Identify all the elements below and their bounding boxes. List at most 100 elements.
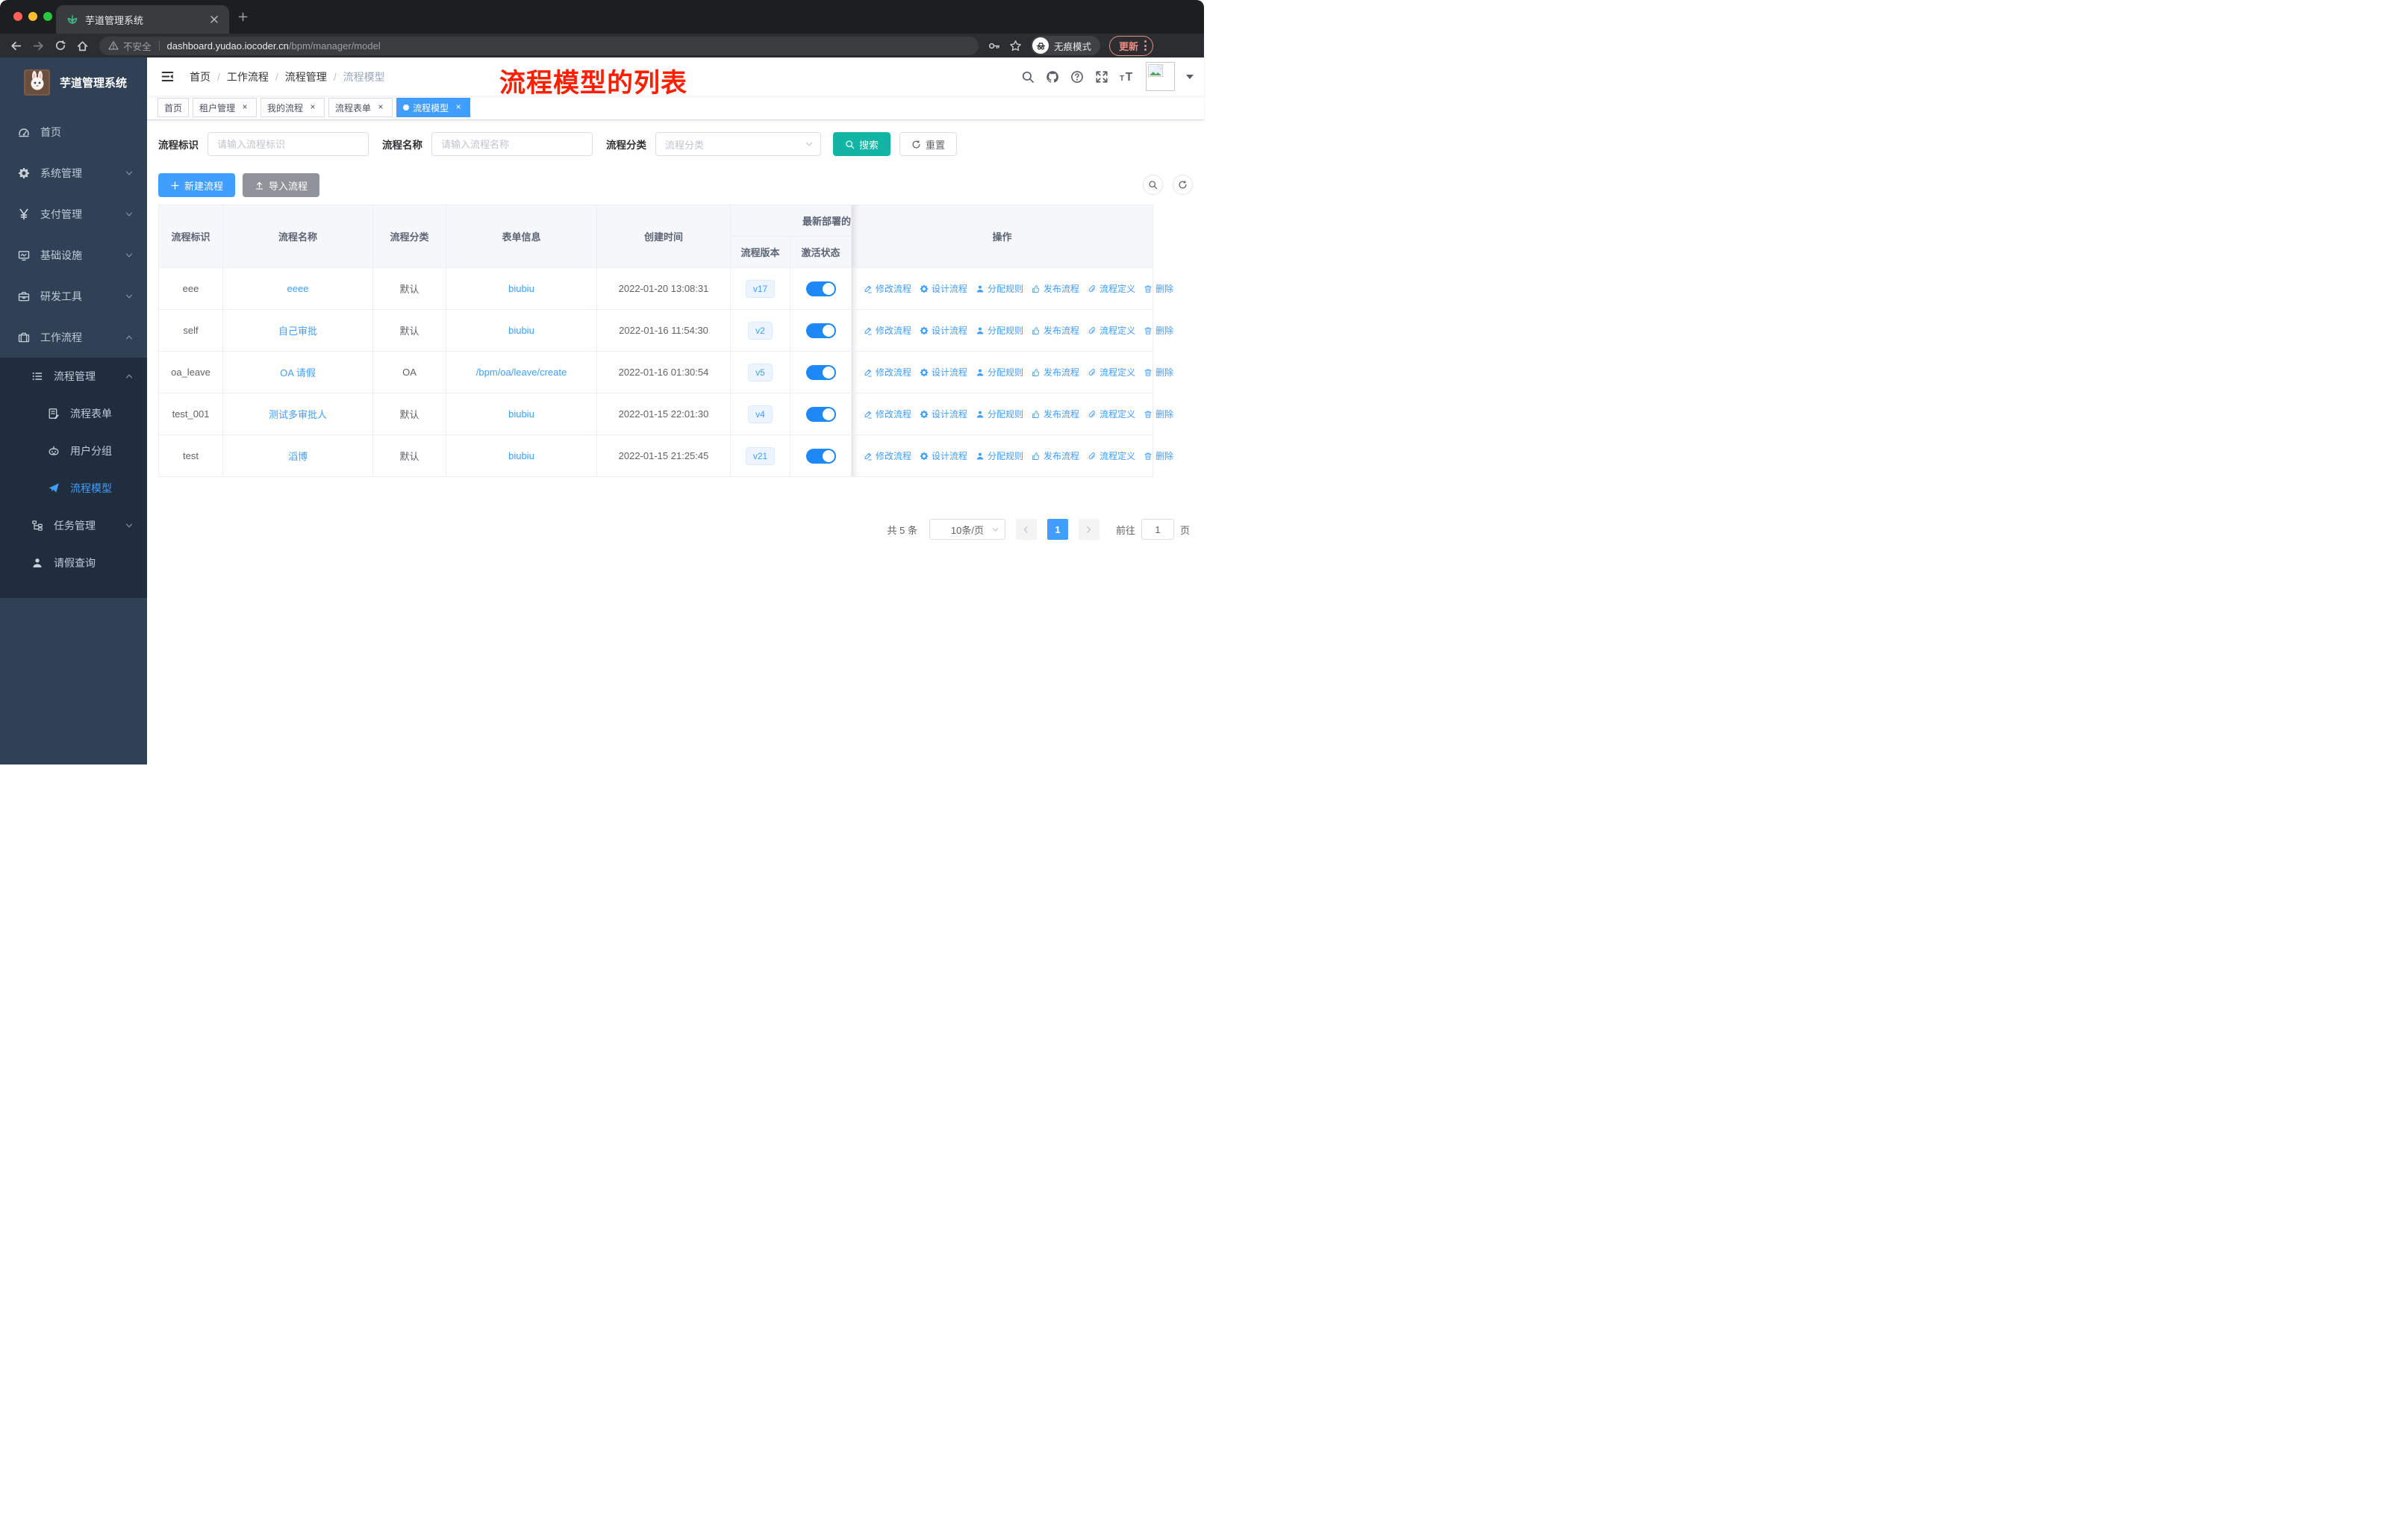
prev-page-button[interactable] (1015, 519, 1037, 540)
active-status-toggle[interactable] (805, 448, 836, 464)
action-deploy-link[interactable]: 发布流程 (1032, 282, 1079, 295)
action-edit-link[interactable]: 修改流程 (864, 324, 911, 337)
action-assign-link[interactable]: 分配规则 (976, 366, 1023, 379)
tag-item[interactable]: 流程模型 × (396, 98, 471, 117)
sidebar-item-system[interactable]: 系统管理 (0, 152, 147, 193)
sidebar-item-home[interactable]: 首页 (0, 111, 147, 152)
tag-item[interactable]: 流程表单 × (328, 98, 393, 117)
breadcrumb-item[interactable]: 流程管理 (285, 69, 327, 84)
action-assign-link[interactable]: 分配规则 (976, 282, 1023, 295)
active-status-toggle[interactable] (805, 406, 836, 422)
sidebar-item-user-group[interactable]: 用户分组 (0, 432, 147, 470)
fullscreen-icon[interactable] (1095, 70, 1108, 84)
action-assign-link[interactable]: 分配规则 (976, 324, 1023, 337)
tag-item[interactable]: 首页 (157, 98, 190, 117)
model-name-link[interactable]: 测试多审批人 (269, 409, 327, 420)
action-edit-link[interactable]: 修改流程 (864, 282, 911, 295)
browser-menu-icon[interactable] (1144, 40, 1147, 51)
form-info-link[interactable]: /bpm/oa/leave/create (476, 367, 567, 378)
form-info-link[interactable]: biubiu (508, 450, 534, 461)
forward-icon[interactable] (32, 40, 45, 52)
tag-close-icon[interactable]: × (453, 102, 464, 113)
action-deploy-link[interactable]: 发布流程 (1032, 366, 1079, 379)
action-design-link[interactable]: 设计流程 (920, 449, 967, 462)
form-info-link[interactable]: biubiu (508, 283, 534, 294)
action-delete-link[interactable]: 删除 (1144, 408, 1173, 420)
tag-close-icon[interactable]: × (308, 102, 318, 113)
search-button[interactable]: 搜索 (833, 132, 891, 156)
tab-close-icon[interactable] (208, 13, 220, 25)
breadcrumb-item[interactable]: 首页 (190, 69, 210, 84)
address-bar[interactable]: 不安全 dashboard.yudao.iocoder.cn/bpm/manag… (99, 36, 979, 55)
model-name-link[interactable]: eeee (287, 283, 309, 294)
sidebar-item-flow-model[interactable]: 流程模型 (0, 470, 147, 507)
header-search-icon[interactable] (1021, 70, 1035, 84)
next-page-button[interactable] (1078, 519, 1099, 540)
window-close-button[interactable] (13, 12, 22, 21)
reload-icon[interactable] (54, 40, 66, 52)
action-assign-link[interactable]: 分配规则 (976, 408, 1023, 420)
action-assign-link[interactable]: 分配规则 (976, 449, 1023, 462)
action-definition-link[interactable]: 流程定义 (1088, 366, 1135, 379)
sidebar-item-workflow[interactable]: 工作流程 (0, 317, 147, 358)
github-icon[interactable] (1046, 70, 1059, 84)
sidebar-item-devtools[interactable]: 研发工具 (0, 275, 147, 317)
active-status-toggle[interactable] (805, 364, 836, 380)
form-info-link[interactable]: biubiu (508, 325, 534, 336)
sidebar-item-flow-form[interactable]: 流程表单 (0, 395, 147, 432)
window-minimize-button[interactable] (28, 12, 37, 21)
app-logo[interactable]: 芋道管理系统 (0, 57, 147, 99)
action-delete-link[interactable]: 删除 (1144, 449, 1173, 462)
action-design-link[interactable]: 设计流程 (920, 366, 967, 379)
user-menu-caret-icon[interactable] (1186, 74, 1194, 79)
model-name-link[interactable]: 滔博 (288, 451, 308, 462)
create-flow-button[interactable]: 新建流程 (158, 173, 236, 197)
action-edit-link[interactable]: 修改流程 (864, 449, 911, 462)
tag-close-icon[interactable]: × (375, 102, 386, 113)
model-name-link[interactable]: OA 请假 (280, 367, 316, 379)
tag-item[interactable]: 我的流程 × (261, 98, 325, 117)
window-zoom-button[interactable] (43, 12, 52, 21)
action-definition-link[interactable]: 流程定义 (1088, 449, 1135, 462)
bookmark-star-icon[interactable] (1009, 40, 1022, 52)
action-delete-link[interactable]: 删除 (1144, 282, 1173, 295)
model-name-link[interactable]: 自己审批 (278, 326, 317, 337)
action-definition-link[interactable]: 流程定义 (1088, 282, 1135, 295)
page-size-select[interactable]: 10条/页 (929, 519, 1005, 540)
sidebar-item-payment[interactable]: 支付管理 (0, 193, 147, 234)
help-icon[interactable] (1070, 70, 1084, 84)
action-design-link[interactable]: 设计流程 (920, 324, 967, 337)
form-info-link[interactable]: biubiu (508, 408, 534, 420)
sidebar-collapse-icon[interactable] (160, 69, 175, 84)
active-status-toggle[interactable] (805, 281, 836, 296)
sidebar-item-flow-manage[interactable]: 流程管理 (0, 358, 147, 395)
tag-close-icon[interactable]: × (240, 102, 250, 113)
sidebar-item-infra[interactable]: 基础设施 (0, 234, 147, 275)
filter-key-input[interactable] (208, 132, 369, 156)
action-edit-link[interactable]: 修改流程 (864, 366, 911, 379)
page-number-button[interactable]: 1 (1047, 519, 1068, 540)
breadcrumb-item[interactable]: 工作流程 (227, 69, 269, 84)
active-status-toggle[interactable] (805, 323, 836, 338)
font-size-icon[interactable] (1120, 70, 1135, 84)
tag-item[interactable]: 租户管理 × (193, 98, 258, 117)
action-deploy-link[interactable]: 发布流程 (1032, 449, 1079, 462)
import-flow-button[interactable]: 导入流程 (243, 173, 320, 197)
browser-tab[interactable]: 芋道管理系统 (56, 5, 229, 34)
action-design-link[interactable]: 设计流程 (920, 408, 967, 420)
action-definition-link[interactable]: 流程定义 (1088, 324, 1135, 337)
action-definition-link[interactable]: 流程定义 (1088, 408, 1135, 420)
toggle-search-button[interactable] (1143, 175, 1163, 195)
goto-page-input[interactable] (1141, 519, 1174, 540)
sidebar-item-task-manage[interactable]: 任务管理 (0, 507, 147, 544)
filter-category-select[interactable]: 流程分类 (655, 132, 821, 156)
action-design-link[interactable]: 设计流程 (920, 282, 967, 295)
new-tab-button[interactable] (237, 11, 249, 22)
sidebar-item-leave-query[interactable]: 请假查询 (0, 544, 147, 582)
back-icon[interactable] (10, 40, 22, 52)
refresh-table-button[interactable] (1173, 175, 1193, 195)
filter-name-input[interactable] (431, 132, 593, 156)
password-key-icon[interactable] (988, 40, 1000, 52)
home-icon[interactable] (76, 40, 89, 52)
action-deploy-link[interactable]: 发布流程 (1032, 324, 1079, 337)
